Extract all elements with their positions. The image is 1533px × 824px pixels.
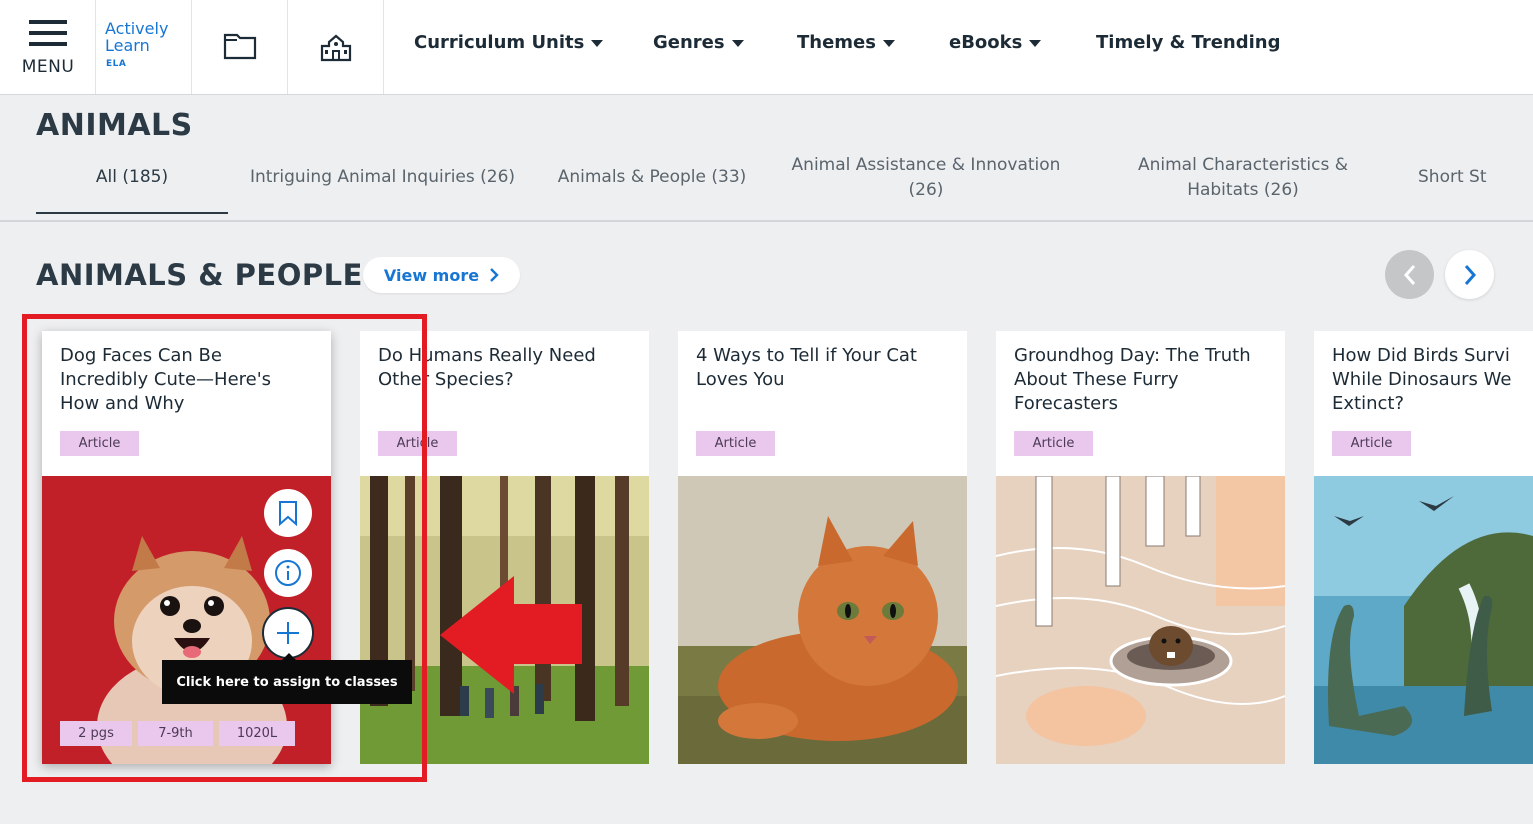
card-title: Dog Faces Can Be Incredibly Cute—Here's … <box>60 345 272 414</box>
nav-ebooks[interactable]: eBooks <box>949 32 1042 53</box>
book-icon <box>223 33 256 60</box>
assign-to-classes-button[interactable] <box>262 607 314 659</box>
nav-timely-trending[interactable]: Timely & Trending <box>1096 32 1281 53</box>
caret-down-icon <box>882 40 895 47</box>
school-icon <box>320 34 351 62</box>
nav-themes[interactable]: Themes <box>797 32 895 53</box>
view-more-label: View more <box>383 265 480 285</box>
tab-all[interactable]: All (185) <box>36 165 228 190</box>
hamburger-icon <box>29 20 67 46</box>
card-type-tag: Article <box>1332 431 1411 456</box>
caret-down-icon <box>1029 40 1042 47</box>
chevron-left-icon <box>1403 264 1415 285</box>
card-title: 4 Ways to Tell if Your Cat Loves You <box>696 345 917 390</box>
card-title: Do Humans Really Need Other Species? <box>378 345 596 390</box>
nav-curriculum-units-label: Curriculum Units <box>414 32 585 53</box>
active-tab-indicator <box>36 212 228 214</box>
carousel-next-button[interactable] <box>1445 250 1494 299</box>
tab-intriguing-animal-inquiries[interactable]: Intriguing Animal Inquiries (26) <box>240 165 525 190</box>
card-image-groundhog <box>996 476 1285 764</box>
plus-icon <box>277 622 299 644</box>
nav-ebooks-label: eBooks <box>949 32 1023 53</box>
logo-line-1: Actively <box>105 19 169 38</box>
top-navigation-bar: MENU Actively Learn ELA Curriculum Units… <box>0 0 1533 95</box>
logo-line-2: Learn <box>105 36 150 55</box>
logo-line-3: ELA <box>106 59 127 69</box>
card-image-forest <box>360 476 649 764</box>
menu-button[interactable]: MENU <box>0 0 96 94</box>
actively-learn-logo[interactable]: Actively Learn ELA <box>96 0 192 94</box>
bookmark-button[interactable] <box>264 489 312 537</box>
category-tabs: All (185) Intriguing Animal Inquiries (2… <box>0 145 1533 222</box>
tab-animals-and-people[interactable]: Animals & People (33) <box>548 165 756 190</box>
school-button[interactable] <box>288 0 384 94</box>
card-image-cat <box>678 476 967 764</box>
nav-themes-label: Themes <box>797 32 876 53</box>
tab-animal-characteristics-habitats[interactable]: Animal Characteristics & Habitats (26) <box>1115 153 1371 203</box>
tab-short-stories[interactable]: Short St <box>1418 165 1498 190</box>
info-button[interactable] <box>264 549 312 597</box>
chevron-right-icon <box>490 268 499 282</box>
menu-label: MENU <box>21 57 75 77</box>
card-type-tag: Article <box>378 431 457 456</box>
assign-tooltip: Click here to assign to classes <box>162 653 412 704</box>
tab-animal-assistance-innovation[interactable]: Animal Assistance & Innovation (26) <box>780 153 1072 203</box>
carousel-prev-button[interactable] <box>1385 250 1434 299</box>
card-type-tag: Article <box>60 431 139 456</box>
nav-timely-trending-label: Timely & Trending <box>1096 32 1281 53</box>
content-card[interactable]: Groundhog Day: The Truth About These Fur… <box>996 331 1285 764</box>
caret-down-icon <box>731 40 744 47</box>
card-type-tag: Article <box>696 431 775 456</box>
info-icon <box>275 560 301 586</box>
nav-curriculum-units[interactable]: Curriculum Units <box>414 32 604 53</box>
lexile-badge: 1020L <box>219 721 295 746</box>
caret-down-icon <box>591 40 604 47</box>
library-button[interactable] <box>192 0 288 94</box>
card-title: Groundhog Day: The Truth About These Fur… <box>1014 345 1251 414</box>
bookmark-icon <box>279 501 297 526</box>
content-card[interactable]: How Did Birds Survi While Dinosaurs We E… <box>1314 331 1533 764</box>
content-card[interactable]: 4 Ways to Tell if Your Cat Loves You Art… <box>678 331 967 764</box>
nav-genres[interactable]: Genres <box>653 32 744 53</box>
grade-level-badge: 7-9th <box>138 721 213 746</box>
card-type-tag: Article <box>1014 431 1093 456</box>
view-more-button[interactable]: View more <box>363 257 520 293</box>
card-image-dinosaurs <box>1314 476 1533 764</box>
page-title: ANIMALS <box>36 108 193 143</box>
nav-genres-label: Genres <box>653 32 725 53</box>
page-count-badge: 2 pgs <box>60 721 132 746</box>
card-title: How Did Birds Survi While Dinosaurs We E… <box>1332 345 1512 414</box>
section-title: ANIMALS & PEOPLE <box>36 258 363 292</box>
chevron-right-icon <box>1464 264 1476 285</box>
